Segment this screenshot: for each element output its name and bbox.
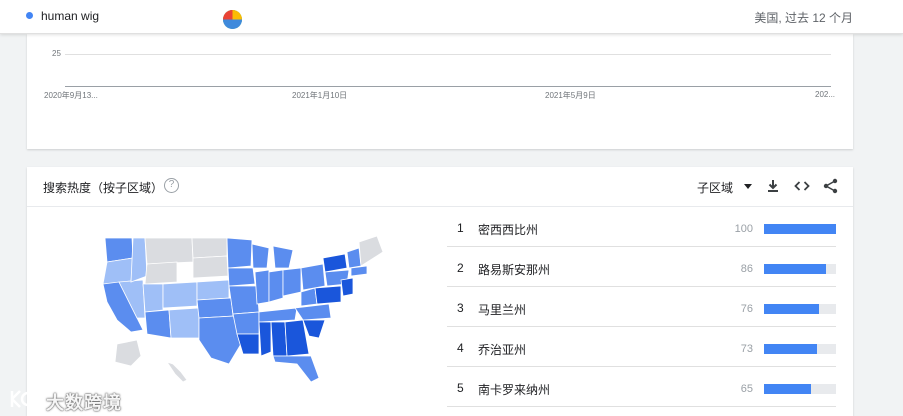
download-icon[interactable] [764, 177, 782, 195]
interest-value: 73 [740, 343, 753, 355]
value-bar-fill [764, 344, 817, 354]
us-choropleth-map[interactable] [97, 232, 387, 387]
value-bar-fill [764, 304, 819, 314]
value-bar-track [764, 344, 836, 354]
x-axis-tick: 2021年5月9日 [545, 91, 596, 100]
value-bar-track [764, 224, 836, 234]
x-axis-tick: 2020年9月13... [44, 91, 98, 100]
compare-term-bar: human wig 美国, 过去 12 个月 [0, 0, 903, 34]
list-item[interactable]: 1 密西西比州 100 [447, 207, 836, 247]
gridline [65, 54, 831, 55]
interest-by-subregion-card: 搜索热度（按子区域） ? 子区域 1 密西西比州 100 2 路易斯安那州 86… [27, 167, 853, 416]
card-title: 搜索热度（按子区域） [43, 181, 164, 195]
list-item[interactable]: 4 乔治亚州 73 [447, 327, 836, 367]
rank-number: 4 [457, 341, 464, 355]
interest-indicator-icon [223, 10, 242, 29]
value-bar-track [764, 264, 836, 274]
y-axis-tick: 25 [52, 49, 61, 58]
rank-number: 5 [457, 381, 464, 395]
value-bar-track [764, 384, 836, 394]
region-name[interactable]: 乔治亚州 [478, 341, 526, 358]
list-item[interactable]: 3 马里兰州 76 [447, 287, 836, 327]
list-item[interactable]: 2 路易斯安那州 86 [447, 247, 836, 287]
interest-value: 65 [740, 383, 753, 395]
term-color-dot [26, 12, 33, 19]
chevron-down-icon[interactable] [744, 184, 752, 189]
rank-number: 1 [457, 221, 464, 235]
card-header: 搜索热度（按子区域） ? 子区域 [27, 167, 853, 207]
share-icon[interactable] [822, 177, 840, 195]
value-bar-fill [764, 264, 826, 274]
region-name[interactable]: 密西西比州 [478, 221, 538, 238]
watermark-logo-icon [10, 390, 43, 408]
region-name[interactable]: 南卡罗来纳州 [478, 381, 550, 398]
subregion-ranking-list: 1 密西西比州 100 2 路易斯安那州 86 3 马里兰州 76 4 乔治亚州… [447, 207, 836, 407]
x-axis-line [65, 86, 831, 87]
value-bar-fill [764, 224, 836, 234]
value-bar-track [764, 304, 836, 314]
x-axis-tick: 202... [815, 90, 836, 99]
region-name[interactable]: 马里兰州 [478, 301, 526, 318]
search-term[interactable]: human wig [41, 9, 99, 23]
rank-number: 2 [457, 261, 464, 275]
value-bar-fill [764, 384, 811, 394]
rank-number: 3 [457, 301, 464, 315]
region-name[interactable]: 路易斯安那州 [478, 261, 550, 278]
watermark-text: 大数跨境 [46, 393, 122, 413]
x-axis-tick: 2021年1月10日 [292, 91, 348, 100]
interest-value: 86 [740, 263, 753, 275]
help-circle-icon[interactable]: ? [164, 178, 179, 193]
list-item[interactable]: 5 南卡罗来纳州 65 [447, 367, 836, 407]
interest-value: 76 [740, 303, 753, 315]
resolution-selector[interactable]: 子区域 [697, 179, 733, 196]
embed-icon[interactable] [793, 177, 811, 195]
interest-value: 100 [734, 223, 753, 235]
interest-over-time-card: 25 2020年9月13... 2021年1月10日 2021年5月9日 202… [27, 34, 853, 149]
region-time-label: 美国, 过去 12 个月 [754, 11, 853, 25]
